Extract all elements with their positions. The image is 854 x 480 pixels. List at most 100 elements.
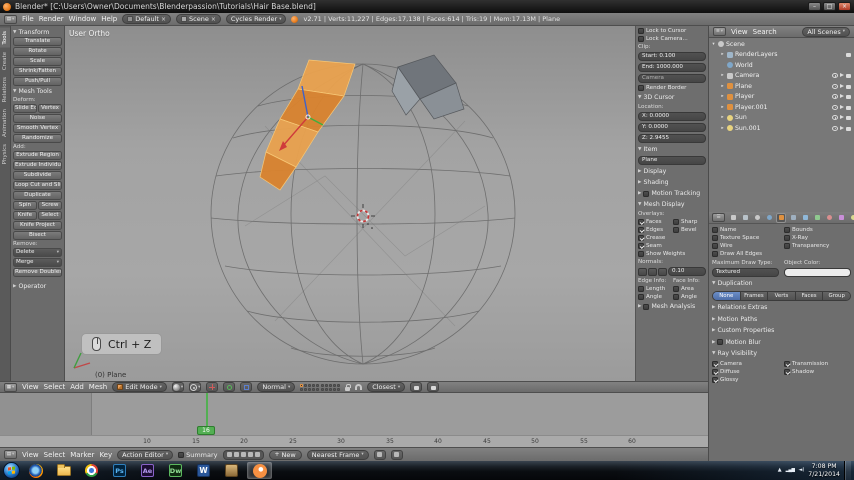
render-engine-dropdown[interactable]: Cycles Render ▾ xyxy=(225,14,287,24)
editor-type-info-icon[interactable]: ▤ ▾ xyxy=(4,14,17,24)
bisect-button[interactable]: Bisect xyxy=(13,231,62,240)
screen-layout-dropdown[interactable]: Default × xyxy=(122,14,171,24)
manipulator-rotate-toggle[interactable] xyxy=(223,382,236,392)
knife-select-button[interactable]: Select xyxy=(38,211,62,220)
tray-expand-icon[interactable]: ▲ xyxy=(778,468,782,473)
snap-magnet-icon[interactable] xyxy=(355,384,363,390)
scale-button[interactable]: Scale xyxy=(13,57,62,66)
subdivide-button[interactable]: Subdivide xyxy=(13,171,62,180)
constraints-tab-icon[interactable] xyxy=(788,213,798,223)
shrink-fatten-button[interactable]: Shrink/Fatten xyxy=(13,67,62,76)
system-clock[interactable]: 7:08 PM 7/21/2014 xyxy=(808,463,840,478)
panel-header-item[interactable]: ▼ Item xyxy=(638,145,706,154)
expander-icon[interactable]: ▸ xyxy=(720,73,725,78)
taskbar-icon-word[interactable]: W xyxy=(191,462,216,479)
overlay-seam-checkbox[interactable]: Seam xyxy=(638,243,706,249)
render-tab-icon[interactable] xyxy=(728,213,738,223)
spin-button[interactable]: Spin xyxy=(13,201,37,210)
mesh-analysis-checkbox[interactable] xyxy=(643,303,650,310)
menu-help[interactable]: Help xyxy=(101,15,117,23)
restrict-render-icon[interactable] xyxy=(846,126,851,131)
outliner-item-camera[interactable]: ▸ Camera xyxy=(711,71,852,82)
taskbar-icon-app[interactable] xyxy=(219,462,244,479)
motion-blur-checkbox[interactable] xyxy=(717,339,724,345)
modifiers-tab-icon[interactable] xyxy=(800,213,810,223)
taskbar-icon-file-explorer[interactable] xyxy=(51,462,76,479)
display-draw-all-edges-checkbox[interactable]: Draw All Edges xyxy=(712,251,779,257)
panel-header-duplication[interactable]: ▼ Duplication xyxy=(712,279,851,288)
display-bounds-checkbox[interactable]: Bounds xyxy=(784,227,851,233)
restrict-select-icon[interactable] xyxy=(840,115,844,120)
dopesheet-menu-key[interactable]: Key xyxy=(99,451,112,459)
filter-icon[interactable] xyxy=(240,452,246,457)
overlay-bevel-checkbox[interactable]: Bevel xyxy=(673,227,706,233)
taskbar-icon-firefox[interactable] xyxy=(23,462,48,479)
remove-doubles-button[interactable]: Remove Doubles xyxy=(13,268,62,277)
translate-button[interactable]: Translate xyxy=(13,37,62,46)
overlay-edges-checkbox[interactable]: Edges xyxy=(638,227,671,233)
network-icon[interactable]: ▂▄▆ xyxy=(786,468,795,473)
loop-cut-button[interactable]: Loop Cut and Slide xyxy=(13,181,62,190)
view3d-menu-add[interactable]: Add xyxy=(70,383,84,391)
outliner-item-renderlayers[interactable]: ▸ RenderLayers xyxy=(711,50,852,61)
volume-icon[interactable]: ◄) xyxy=(798,468,804,473)
delete-button[interactable]: Delete ▾ xyxy=(13,248,62,257)
duplication-verts-button[interactable]: Verts xyxy=(768,291,796,300)
edge-angle-checkbox[interactable]: Angle xyxy=(638,294,671,300)
restrict-render-icon[interactable] xyxy=(846,116,851,121)
panel-header-relations-extras[interactable]: ▶ Relations Extras xyxy=(712,303,851,312)
frame-ruler[interactable]: 10 15 20 25 30 35 40 45 50 55 60 xyxy=(0,435,708,447)
clip-start-field[interactable]: Start: 0.100 xyxy=(638,52,706,61)
layout-unlink-icon[interactable]: × xyxy=(161,16,166,23)
ray-glossy-checkbox[interactable]: Glossy xyxy=(712,376,779,383)
tab-physics[interactable]: Physics xyxy=(0,141,10,167)
restrict-view-icon[interactable] xyxy=(832,73,838,79)
layers-widget[interactable] xyxy=(300,383,341,391)
taskbar-icon-dreamweaver[interactable]: Dw xyxy=(163,462,188,479)
restrict-view-icon[interactable] xyxy=(832,94,838,100)
display-transparency-checkbox[interactable]: Transparency xyxy=(784,243,851,249)
render-opengl-anim-button[interactable] xyxy=(427,382,440,392)
restrict-render-icon[interactable] xyxy=(846,84,851,89)
edge-length-checkbox[interactable]: Length xyxy=(638,286,671,292)
tab-create[interactable]: Create xyxy=(0,49,10,73)
menu-window[interactable]: Window xyxy=(69,15,97,23)
tab-relations[interactable]: Relations xyxy=(0,74,10,105)
edge-slide-button[interactable]: Slide Ed xyxy=(13,104,37,113)
outliner-item-sun-001[interactable]: ▸ Sun.001 xyxy=(711,123,852,134)
restrict-select-icon[interactable] xyxy=(840,73,844,78)
editor-type-3dview-icon[interactable]: ▦ ▾ xyxy=(4,382,17,392)
face-angle-checkbox[interactable]: Angle xyxy=(673,294,706,300)
local-camera-field[interactable]: Camera xyxy=(638,74,706,83)
object-tab-icon[interactable] xyxy=(776,212,786,223)
overlay-crease-checkbox[interactable]: Crease xyxy=(638,235,706,241)
ray-shadow-checkbox[interactable]: Shadow xyxy=(784,368,851,375)
panel-header-mesh-display[interactable]: ▼ Mesh Display xyxy=(638,200,706,209)
loose-edge-normals-toggle[interactable] xyxy=(648,267,657,276)
copy-keyframes-button[interactable] xyxy=(373,449,386,460)
summary-checkbox[interactable]: Summary xyxy=(178,451,218,459)
outliner-display-mode-dropdown[interactable]: All Scenes ▾ xyxy=(802,26,850,37)
taskbar-icon-after-effects[interactable]: Ae xyxy=(135,462,160,479)
smooth-vertex-button[interactable]: Smooth Vertex xyxy=(13,124,62,133)
viewport-shading-dropdown[interactable]: ▾ xyxy=(171,382,185,392)
new-action-button[interactable]: + New xyxy=(268,449,302,460)
tab-animation[interactable]: Animation xyxy=(0,106,10,140)
panel-header-motion-paths[interactable]: ▶ Motion Paths xyxy=(712,315,851,324)
panel-header-ray-visibility[interactable]: ▼ Ray Visibility xyxy=(712,349,851,358)
filter-icon[interactable] xyxy=(226,452,232,457)
manipulator-translate-toggle[interactable] xyxy=(206,382,219,392)
outliner-item-player-001[interactable]: ▸ Player.001 xyxy=(711,102,852,113)
lock-icon[interactable] xyxy=(345,383,352,391)
material-tab-icon[interactable] xyxy=(824,213,834,223)
taskbar-icon-photoshop[interactable]: Ps xyxy=(107,462,132,479)
extrude-individual-button[interactable]: Extrude Individual xyxy=(13,161,62,170)
scene-dropdown[interactable]: Scene × xyxy=(176,14,221,24)
outliner-menu-view[interactable]: View xyxy=(731,28,748,36)
panel-header-transform[interactable]: ▼ Transform xyxy=(13,28,62,37)
outliner-menu-search[interactable]: Search xyxy=(753,28,777,36)
display-texture-space-checkbox[interactable]: Texture Space xyxy=(712,235,779,241)
taskbar-icon-blender[interactable] xyxy=(247,462,272,479)
panel-header-mesh-analysis[interactable]: ▶ Mesh Analysis xyxy=(638,302,706,311)
taskbar-icon-chrome[interactable] xyxy=(79,462,104,479)
